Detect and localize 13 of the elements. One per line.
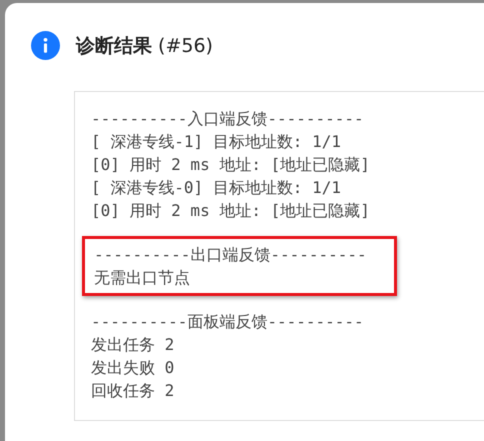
result-line: [0] 用时 2 ms 地址: [地址已隐藏] — [91, 200, 371, 222]
result-line: [ 深港专线-0] 目标地址数: 1/1 — [91, 177, 342, 199]
section-header: ----------入口端反馈---------- — [91, 108, 365, 130]
result-line: [0] 用时 2 ms 地址: [地址已隐藏] — [91, 154, 371, 176]
result-line: 回收任务 2 — [91, 380, 176, 402]
dialog-title: 诊断结果 (#56) — [76, 34, 213, 58]
result-line: 发出失败 0 — [91, 357, 176, 379]
info-icon — [31, 31, 60, 60]
result-line: 无需出口节点 — [94, 267, 191, 289]
section-header: ----------出口端反馈---------- — [94, 244, 368, 266]
result-line: [ 深港专线-1] 目标地址数: 1/1 — [91, 131, 342, 153]
result-line: 发出任务 2 — [91, 334, 176, 356]
section-header: ----------面板端反馈---------- — [91, 311, 365, 333]
